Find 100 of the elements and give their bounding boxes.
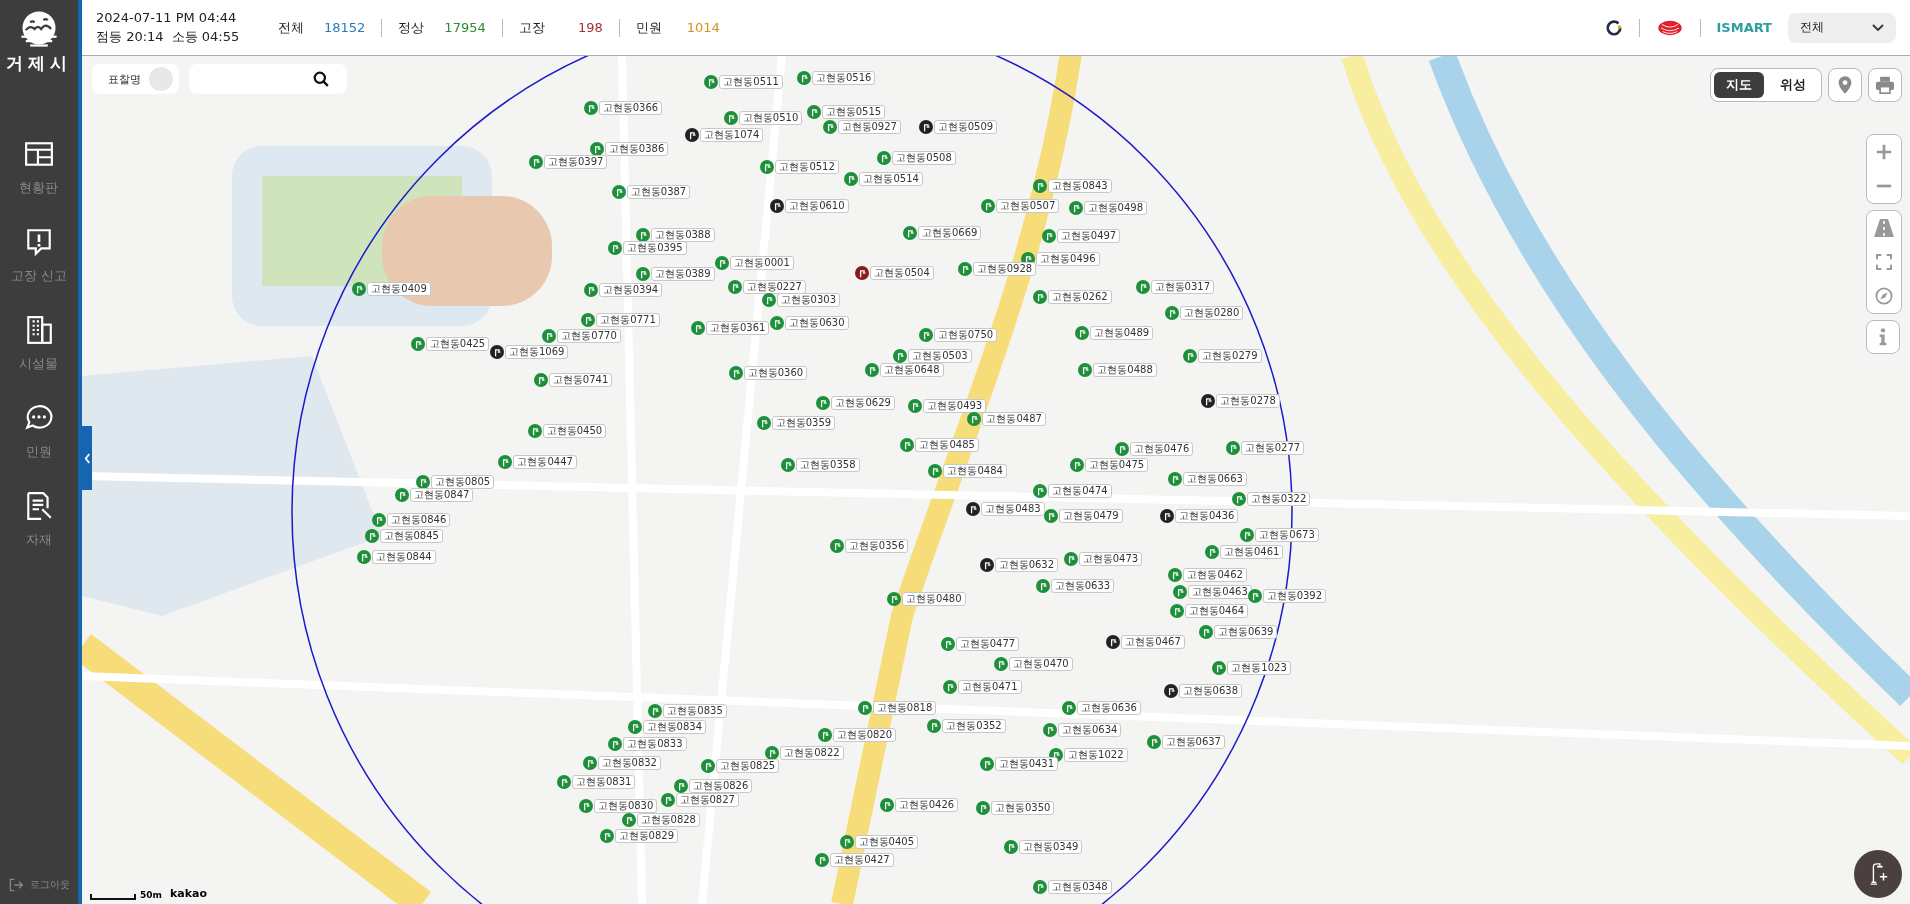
marker-label[interactable]: 고현동0358 xyxy=(796,458,860,473)
marker-label[interactable]: 고현동1074 xyxy=(699,128,764,143)
marker-label[interactable]: 고현동0463 xyxy=(1188,585,1252,599)
streetlight-pin-icon[interactable] xyxy=(1201,393,1216,408)
marker-label[interactable]: 고현동0395 xyxy=(623,241,687,256)
print-button[interactable] xyxy=(1868,68,1902,102)
marker-label[interactable]: 고현동0477 xyxy=(955,637,1020,652)
marker-label[interactable]: 고현동0322 xyxy=(1246,492,1311,507)
marker-label[interactable]: 고현동1022 xyxy=(1064,748,1128,763)
marker-label[interactable]: 고현동0831 xyxy=(571,775,636,789)
map-type-tab[interactable]: 지도 xyxy=(1714,72,1764,98)
marker-label[interactable]: 고현동0510 xyxy=(738,111,803,126)
marker-label[interactable]: 고현동0833 xyxy=(623,737,687,752)
marker-label[interactable]: 고현동0464 xyxy=(1184,604,1249,619)
alert-bubble-icon xyxy=(24,227,54,257)
region-dropdown[interactable]: 전체 xyxy=(1788,12,1896,43)
scale-bar-icon xyxy=(90,894,136,900)
stat-label: 전체 xyxy=(278,18,304,37)
stat-value: 18152 xyxy=(324,20,366,35)
marker-label[interactable]: 고현동0835 xyxy=(663,704,727,719)
streetlight-pin-icon[interactable] xyxy=(966,502,981,517)
streetlight-pin-icon[interactable] xyxy=(1106,634,1121,649)
streetlight-pin-icon[interactable] xyxy=(489,345,504,360)
marker-label[interactable]: 고현동0515 xyxy=(821,105,886,120)
stat-value: 198 xyxy=(576,20,603,35)
marker-label[interactable]: 고현동0741 xyxy=(548,373,613,388)
info-button[interactable] xyxy=(1866,320,1900,354)
ring-logo-icon xyxy=(1604,18,1623,37)
minus-icon xyxy=(1875,184,1893,188)
chevron-left-icon xyxy=(83,452,91,464)
marker-label[interactable]: 고현동0928 xyxy=(972,262,1037,277)
streetlight-pin-icon[interactable] xyxy=(684,128,699,143)
marker-label[interactable]: 고현동0827 xyxy=(675,793,739,808)
marker-label[interactable]: 고현동0280 xyxy=(1179,306,1244,321)
marker-label[interactable]: 고현동0629 xyxy=(831,396,895,411)
location-pin-icon xyxy=(1837,75,1853,95)
marker-label[interactable]: 고현동0473 xyxy=(1078,552,1143,567)
marker-label[interactable]: 고현동0770 xyxy=(557,329,621,344)
marker-label[interactable]: 고현동0805 xyxy=(430,475,495,490)
marker-label[interactable]: 고현동0475 xyxy=(1084,458,1149,473)
map-attribution: kakao xyxy=(169,887,207,900)
info-icon xyxy=(1878,327,1888,347)
brand-logo-text: ISMART xyxy=(1716,20,1772,35)
marker-label[interactable]: 고현동0846 xyxy=(386,513,451,528)
marker-label[interactable]: 고현동0426 xyxy=(894,798,959,813)
marker-label[interactable]: 고현동0479 xyxy=(1059,509,1123,524)
marker-label[interactable]: 고현동0450 xyxy=(542,424,607,439)
marker-label[interactable]: 고현동0227 xyxy=(742,280,806,295)
streetlight-pin-icon[interactable] xyxy=(1163,683,1178,698)
marker-label[interactable]: 고현동0632 xyxy=(994,558,1059,573)
marker-label[interactable]: 고현동1069 xyxy=(504,345,569,360)
marker-label[interactable]: 고현동0262 xyxy=(1048,290,1112,305)
stat-value: 1014 xyxy=(685,20,720,35)
marker-label[interactable]: 고현동0834 xyxy=(642,720,707,735)
marker-label[interactable]: 고현동0825 xyxy=(715,759,780,774)
sphere-logo-icon xyxy=(1655,18,1684,37)
location-button[interactable] xyxy=(1828,68,1862,102)
marker-label[interactable]: 고현동0771 xyxy=(596,313,660,328)
building-icon xyxy=(24,315,54,345)
marker-label[interactable]: 고현동0480 xyxy=(902,592,966,607)
marker-label[interactable]: 고현동0397 xyxy=(543,155,608,169)
search-field[interactable] xyxy=(189,64,347,94)
marker-label[interactable]: 고현동0389 xyxy=(651,267,715,282)
marker-label[interactable]: 고현동0508 xyxy=(892,151,956,166)
streetlight-pin-icon[interactable] xyxy=(855,265,870,280)
city-name: 거제시 xyxy=(6,52,72,75)
marker-label[interactable]: 고현동0639 xyxy=(1213,625,1278,640)
logout-icon xyxy=(8,877,24,893)
search-icon xyxy=(313,70,330,88)
marker-label[interactable]: 고현동0648 xyxy=(880,363,944,378)
marker-label[interactable]: 고현동0484 xyxy=(943,464,1007,479)
marker-label[interactable]: 고현동0388 xyxy=(651,228,715,243)
toggle-label: 표찰명 xyxy=(108,71,141,87)
marker-label[interactable]: 고현동0488 xyxy=(1093,363,1157,378)
marker-label[interactable]: 고현동0476 xyxy=(1129,442,1194,457)
marker-label[interactable]: 고현동0317 xyxy=(1150,280,1214,295)
marker-label[interactable]: 고현동0830 xyxy=(593,799,658,814)
marker-label[interactable]: 고현동0366 xyxy=(598,101,663,116)
streetlight-pin-icon[interactable] xyxy=(1159,509,1174,524)
marker-label[interactable]: 고현동0001 xyxy=(730,256,794,271)
marker-label[interactable]: 고현동0436 xyxy=(1174,509,1239,524)
chevron-down-icon xyxy=(1872,23,1884,32)
marker-label[interactable]: 고현동0471 xyxy=(958,680,1022,694)
marker-label[interactable]: 고현동0487 xyxy=(982,412,1046,426)
streetlight-pin-icon[interactable] xyxy=(979,558,994,573)
marker-label[interactable]: 고현동0496 xyxy=(1036,252,1100,267)
streetlight-pin-icon[interactable] xyxy=(770,198,785,213)
marker-label[interactable]: 고현동0277 xyxy=(1240,441,1305,456)
sidebar-collapse-tab[interactable] xyxy=(82,426,92,490)
marker-label[interactable]: 고현동0497 xyxy=(1056,229,1121,244)
streetlight-pin-icon[interactable] xyxy=(918,119,933,134)
compass-icon xyxy=(1875,287,1893,305)
road-icon xyxy=(1874,219,1894,237)
marker-label[interactable]: 고현동0843 xyxy=(1048,179,1112,194)
marker-label[interactable]: 고현동0498 xyxy=(1083,201,1147,216)
lamp-off-time: 소등 04:55 xyxy=(171,27,240,46)
marker-label[interactable]: 고현동0514 xyxy=(859,172,923,187)
marker-label[interactable]: 고현동0483 xyxy=(981,502,1045,517)
marker-label[interactable]: 고현동0387 xyxy=(626,185,691,200)
stat-label: 고장 xyxy=(518,18,545,37)
